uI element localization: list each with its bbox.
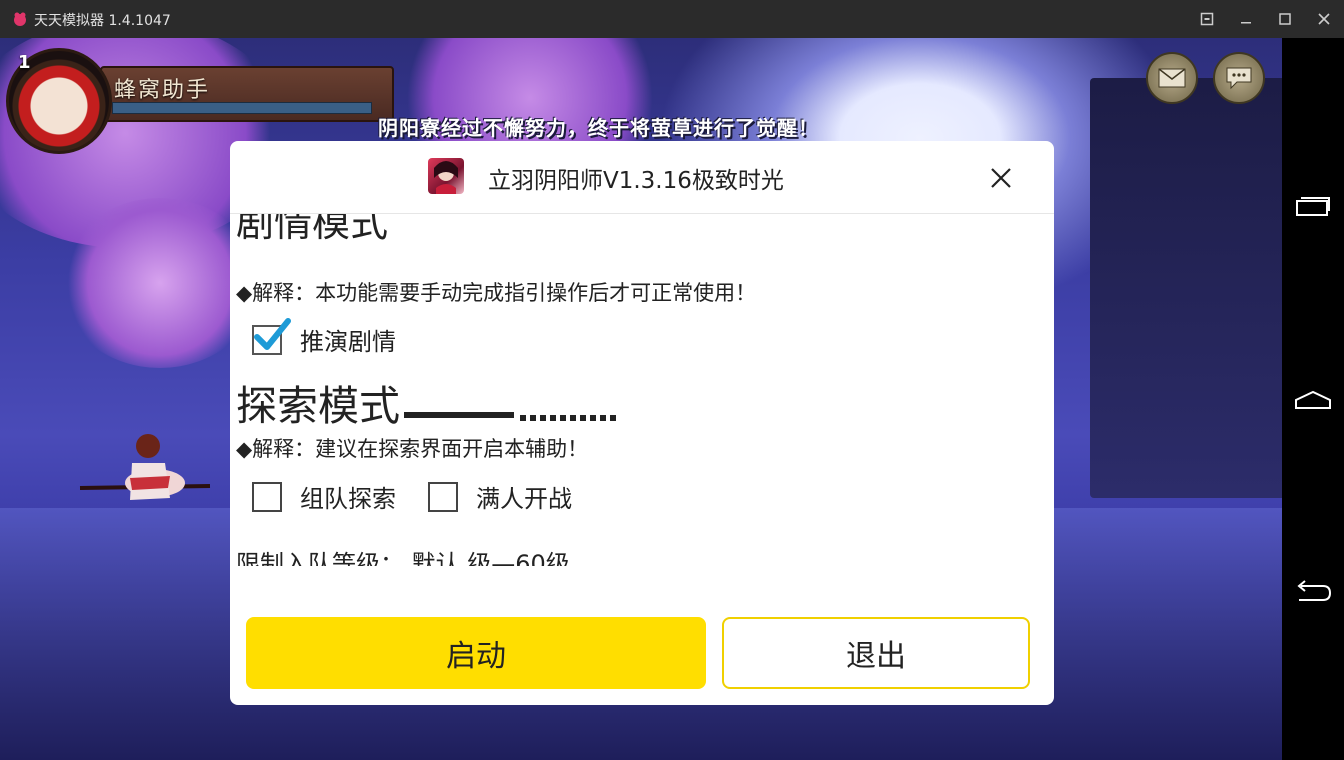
level-limit-row: 限制入队等级： 默认 级—60级 [236,550,570,566]
checkbox-row-full[interactable]: 满人开战 [428,479,572,514]
app-icon [428,158,464,194]
section-title-story: 剧情模式 [236,214,389,245]
android-navbar [1282,38,1344,760]
divider-dash [404,412,514,418]
note-explore: ◆解释：建议在探索界面开启本辅助！ [236,437,589,461]
chat-icon[interactable] [1213,52,1265,104]
player-name: 蜂窝助手 [114,78,211,103]
checkbox-row-team[interactable]: 组队探索 [252,479,396,514]
checkmark-icon [254,317,291,350]
start-button[interactable]: 启动 [246,617,706,689]
back-icon[interactable] [1288,572,1338,612]
maximize-icon[interactable] [1274,8,1296,30]
minimize-icon[interactable] [1235,8,1257,30]
checkbox-team-explore[interactable] [252,481,282,512]
recent-apps-icon[interactable] [1288,186,1338,226]
close-icon[interactable] [984,161,1018,195]
player-level: 1 [18,52,31,73]
checkbox-label-story: 推演剧情 [300,328,396,356]
note-story: ◆解释：本功能需要手动完成指引操作后才可正常使用！ [236,281,757,305]
dialog-header: 立羽阴阳师V1.3.16极致时光 [230,141,1054,214]
app-logo-icon [14,12,26,26]
checkbox-row-story[interactable]: 推演剧情 [252,317,396,357]
section-title-explore: 探索模式 [236,372,616,432]
home-icon[interactable] [1288,380,1338,420]
divider-dots [520,415,616,421]
helper-dialog: 立羽阴阳师V1.3.16极致时光 剧情模式 ◆解释：本功能需要手动完成指引操作后… [230,141,1054,705]
checkbox-story[interactable] [252,317,291,355]
window-title: 天天模拟器 1.4.1047 [34,13,171,29]
checkbox-label-team-explore: 组队探索 [300,485,396,513]
dialog-content[interactable]: 剧情模式 ◆解释：本功能需要手动完成指引操作后才可正常使用！ 推演剧情 探索模式… [230,214,1054,566]
restore-icon[interactable] [1196,8,1218,30]
mail-icon[interactable] [1146,52,1198,104]
window-titlebar: 天天模拟器 1.4.1047 [0,0,1344,38]
dialog-title: 立羽阴阳师V1.3.16极致时光 [488,168,784,194]
character-sprite [79,434,211,500]
exp-bar [112,102,372,114]
checkbox-full-battle[interactable] [428,481,458,512]
explore-title-text: 探索模式 [236,382,400,430]
system-banner: 阴阳寮经过不懈努力，终于将萤草进行了觉醒！ [378,116,819,140]
checkbox-label-full-battle: 满人开战 [476,485,572,513]
close-icon[interactable] [1313,8,1335,30]
pavilion [1090,78,1282,498]
exit-button[interactable]: 退出 [722,617,1030,689]
